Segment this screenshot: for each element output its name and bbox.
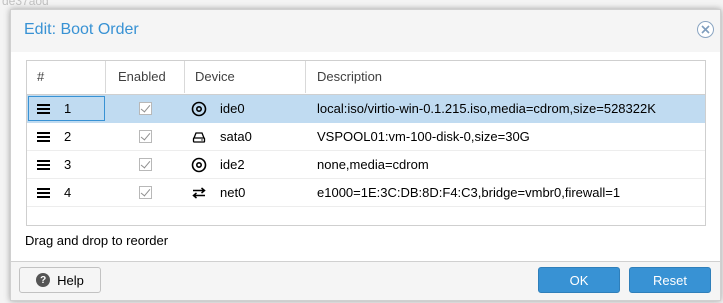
device-cell: net0 [185,179,306,206]
row-number-cell: 3 [27,151,106,178]
dialog-footer: ? Help OK Reset [11,261,720,300]
enabled-checkbox[interactable] [139,186,152,199]
dialog-header: Edit: Boot Order [11,10,720,52]
drag-handle-icon[interactable] [37,131,50,142]
table-row[interactable]: 3 ide2 none,media=cdrom [27,151,705,179]
table-row[interactable]: 1 ide0 local:iso/virtio-win-0.1.215.iso,… [27,95,705,123]
dialog-title: Edit: Boot Order [24,21,139,38]
device-cell: ide2 [185,151,306,178]
description-cell: VSPOOL01:vm-100-disk-0,size=30G [317,129,530,144]
row-number-cell: 1 [27,95,106,122]
row-number: 1 [64,101,72,116]
device-name: ide0 [220,101,245,116]
table-row[interactable]: 2 sata0 VSPOOL01:vm-100-disk-0,size=30G [27,123,705,151]
enabled-checkbox[interactable] [139,102,152,115]
row-number-cell: 4 [27,179,106,206]
enabled-cell [106,179,185,206]
column-header-device[interactable]: Device [185,61,306,93]
description-cell: e1000=1E:3C:DB:8D:F4:C3,bridge=vmbr0,fir… [317,185,621,200]
column-header-description[interactable]: Description [306,61,705,93]
drag-handle-icon[interactable] [37,187,50,198]
boot-order-dialog: Edit: Boot Order # Enabled Device Descri… [10,9,721,301]
enabled-cell [106,151,185,178]
device-cell: sata0 [185,123,306,150]
device-name: sata0 [220,129,252,144]
question-icon: ? [36,273,51,287]
drag-handle-icon[interactable] [37,159,50,170]
enabled-checkbox[interactable] [139,158,152,171]
device-name: ide2 [220,157,245,172]
help-button-label: Help [57,272,84,288]
drag-handle-icon[interactable] [37,103,50,114]
close-icon[interactable] [697,21,714,38]
drag-hint-text: Drag and drop to reorder [25,233,169,248]
enabled-cell [106,123,185,150]
description-cell: local:iso/virtio-win-0.1.215.iso,media=c… [317,101,656,116]
cdrom-icon [190,156,207,173]
boot-order-grid: # Enabled Device Description 1 ide0 loca… [26,60,706,226]
description-cell: none,media=cdrom [317,157,429,172]
grid-header: # Enabled Device Description [27,61,705,95]
device-cell: ide0 [185,95,306,122]
help-button[interactable]: ? Help [19,267,101,293]
network-exchange-icon [190,184,207,201]
row-number: 2 [64,129,72,144]
column-header-enabled[interactable]: Enabled [106,61,185,93]
background-text: de37aod [2,0,49,8]
harddisk-icon [190,128,207,145]
enabled-cell [106,95,185,122]
reset-button[interactable]: Reset [629,267,711,293]
ok-button[interactable]: OK [538,267,620,293]
enabled-checkbox[interactable] [139,130,152,143]
device-name: net0 [220,185,246,200]
column-header-number[interactable]: # [27,61,106,93]
cdrom-icon [190,100,207,117]
row-number-cell: 2 [27,123,106,150]
row-number: 4 [64,185,72,200]
row-number: 3 [64,157,72,172]
table-row[interactable]: 4 net0 e1000=1E:3C:DB:8D:F4:C3,bridge=vm… [27,179,705,207]
